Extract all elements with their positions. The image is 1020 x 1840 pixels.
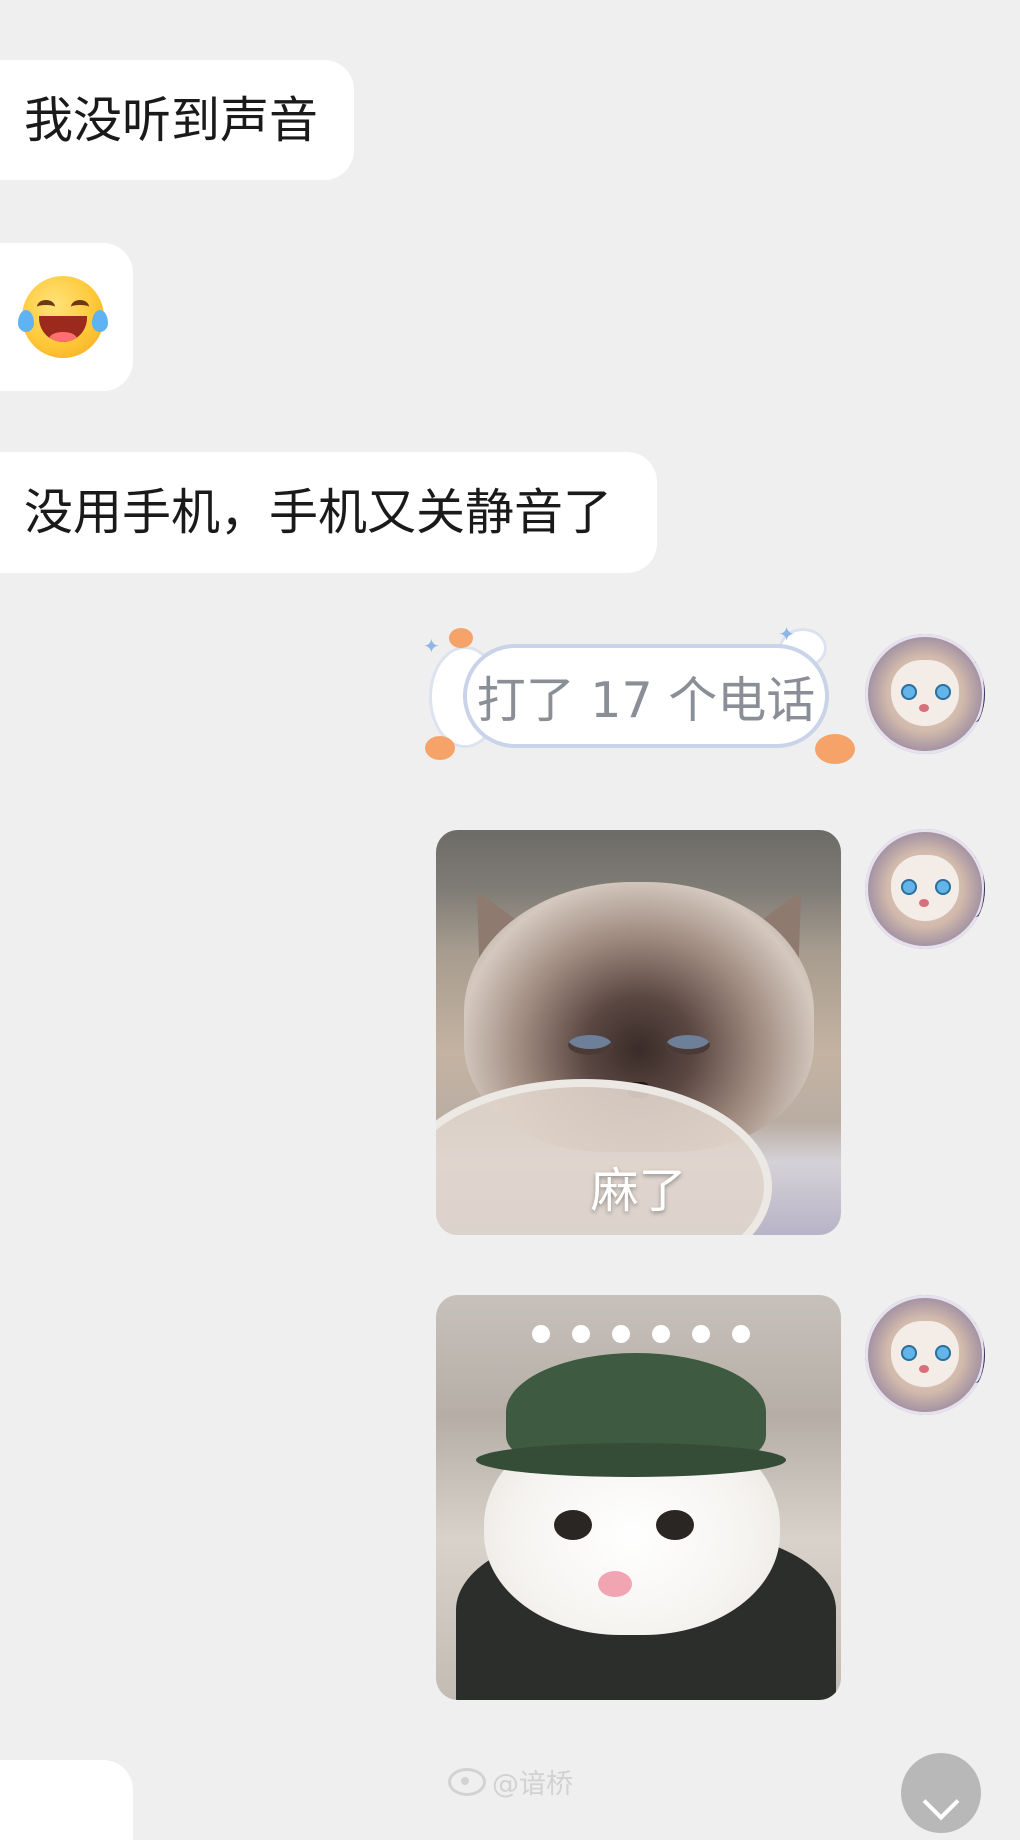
- incoming-message-emoji[interactable]: [0, 243, 133, 391]
- sparkle-icon: ✦: [778, 622, 795, 646]
- chevron-down-icon: [922, 1783, 960, 1821]
- laughing-tears-emoji-icon: [18, 276, 108, 358]
- sparkle-icon: ✦: [423, 634, 440, 658]
- message-text: 我没听到声音: [24, 91, 319, 149]
- avatar[interactable]: [865, 634, 985, 754]
- watermark: @谙桥: [448, 1762, 573, 1801]
- persimmon-decoration-icon: [425, 736, 455, 760]
- incoming-message-text-2[interactable]: 没用手机，手机又关静音了: [0, 452, 657, 573]
- avatar[interactable]: [865, 1295, 985, 1415]
- weibo-icon: [448, 1767, 486, 1796]
- outgoing-image-message-1[interactable]: 麻了: [436, 830, 841, 1235]
- message-text: 打了 17 个电话: [476, 671, 816, 729]
- outgoing-image-message-2[interactable]: [436, 1295, 841, 1700]
- avatar[interactable]: [865, 829, 985, 949]
- chat-thread: 我没听到声音 没用手机，手机又关静音了 ✦ ✦ 打了 17 个电话 麻了 @谙桥: [0, 0, 1020, 1840]
- incoming-message-text-1[interactable]: 我没听到声音: [0, 60, 354, 180]
- watermark-text: @谙桥: [492, 1769, 573, 1800]
- ellipsis-dots: [532, 1325, 750, 1343]
- sticker-bubble-body: 打了 17 个电话: [463, 644, 829, 748]
- incoming-message-partial[interactable]: [0, 1760, 133, 1840]
- persimmon-decoration-icon: [449, 628, 473, 648]
- image-caption: 麻了: [590, 1163, 687, 1219]
- persimmon-decoration-icon: [815, 734, 855, 764]
- message-text: 没用手机，手机又关静音了: [24, 484, 613, 541]
- outgoing-message-sticker-bubble[interactable]: ✦ ✦ 打了 17 个电话: [423, 622, 855, 766]
- scroll-to-bottom-button[interactable]: [901, 1753, 981, 1833]
